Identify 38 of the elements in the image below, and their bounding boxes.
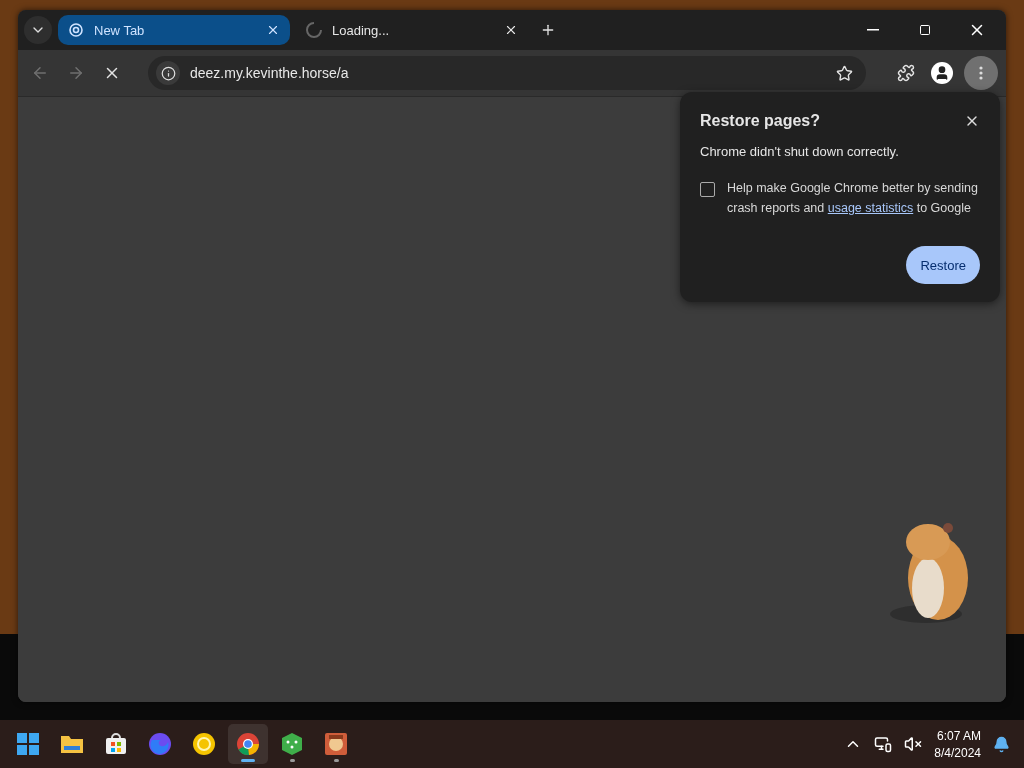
store-icon bbox=[104, 732, 128, 756]
taskbar-app-button[interactable] bbox=[228, 724, 268, 764]
dialog-title: Restore pages? bbox=[700, 112, 821, 130]
url-text: deez.my.kevinthe.horse/a bbox=[190, 65, 350, 81]
site-info-button[interactable] bbox=[156, 61, 180, 85]
clock-date: 8/4/2024 bbox=[934, 745, 981, 760]
close-icon[interactable] bbox=[266, 23, 280, 37]
checkbox-label: Help make Google Chrome better by sending crash reports and usage statistics to Google bbox=[727, 180, 979, 217]
chrome-icon bbox=[236, 732, 260, 756]
dice-icon bbox=[280, 732, 304, 756]
more-vertical-icon bbox=[979, 66, 983, 80]
running-indicator bbox=[289, 759, 295, 762]
address-bar[interactable]: deez.my.kevinthe.horse/a bbox=[148, 56, 866, 90]
coin-icon bbox=[192, 732, 216, 756]
dialog-message: Chrome didn't shut down correctly. bbox=[700, 144, 900, 159]
browser-tab[interactable]: New Tab bbox=[58, 15, 290, 45]
forward-arrow-icon bbox=[67, 64, 85, 82]
close-icon[interactable] bbox=[504, 23, 518, 37]
info-icon bbox=[160, 65, 176, 81]
minimize-icon bbox=[867, 29, 879, 31]
usage-statistics-link[interactable]: usage statistics bbox=[827, 201, 914, 215]
running-indicator bbox=[333, 759, 339, 762]
browser-tab[interactable]: Loading... bbox=[296, 15, 528, 45]
menu-button[interactable] bbox=[964, 56, 998, 90]
plus-icon bbox=[540, 22, 556, 38]
profile-avatar-icon bbox=[931, 62, 953, 84]
checkbox[interactable] bbox=[700, 182, 715, 197]
maximize-icon bbox=[919, 24, 931, 36]
tab-search-button[interactable] bbox=[24, 16, 52, 44]
restore-button[interactable]: Restore bbox=[906, 246, 980, 284]
tab-favicon-icon bbox=[68, 22, 84, 38]
clock-time: 6:07 AM bbox=[936, 728, 981, 743]
running-indicator bbox=[241, 759, 255, 762]
star-icon bbox=[835, 64, 853, 82]
loading-spinner-icon bbox=[306, 22, 322, 38]
puzzle-icon bbox=[897, 64, 915, 82]
windows-icon bbox=[16, 732, 40, 756]
game-icon bbox=[324, 732, 348, 756]
